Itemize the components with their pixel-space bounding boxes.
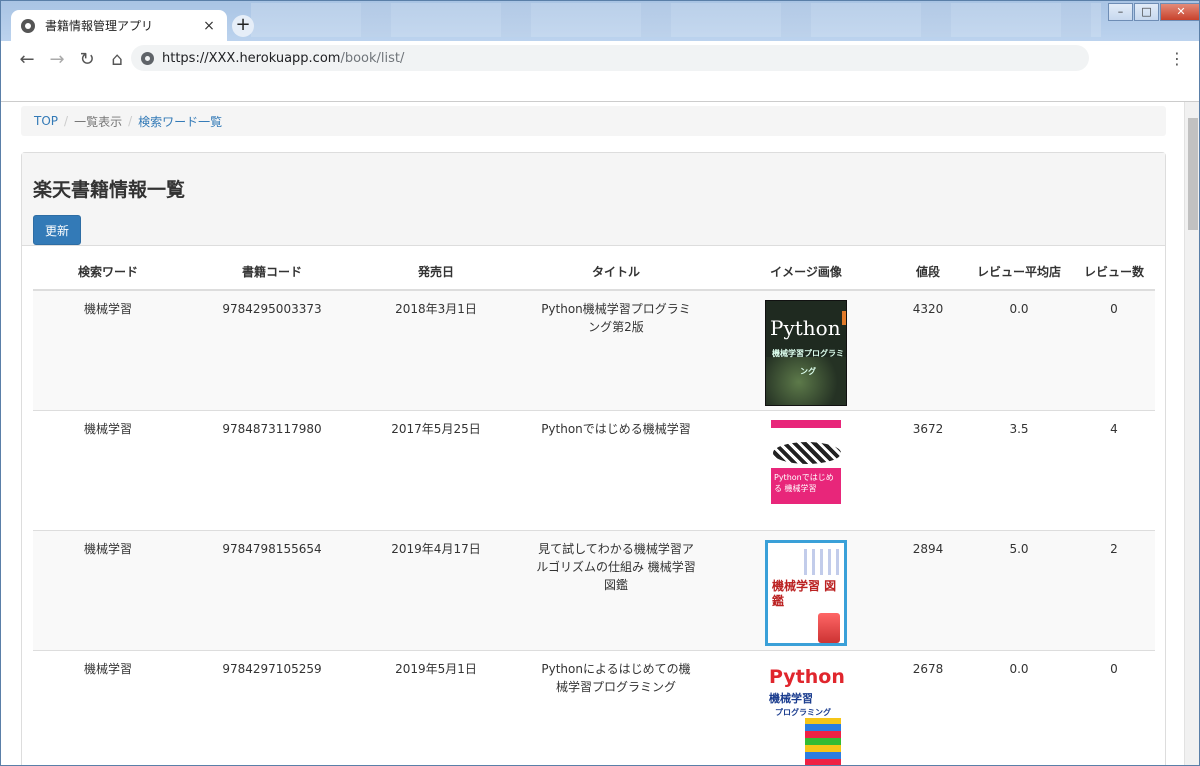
header-price[interactable]: 値段 — [891, 246, 965, 291]
book-cover-image[interactable]: 機械学習 図鑑 — [765, 539, 847, 646]
cell-title: Pythonによるはじめての機械学習プログラミング — [511, 650, 721, 765]
tab-title: 書籍情報管理アプリ — [45, 19, 154, 33]
table-row[interactable]: 機械学習 9784873117980 2017年5月25日 Pythonではじめ… — [33, 410, 1155, 531]
cover-main-text: 機械学習 図鑑 — [772, 578, 837, 608]
table-header-row: 検索ワード 書籍コード 発売日 タイトル イメージ画像 値段 レビュー平均店 レ… — [33, 246, 1155, 291]
cell-title: 見て試してわかる機械学習アルゴリズムの仕組み 機械学習図鑑 — [511, 530, 721, 651]
cover-sub-text: 機械学習プログラミング — [772, 349, 844, 376]
book-table: 検索ワード 書籍コード 発売日 タイトル イメージ画像 値段 レビュー平均店 レ… — [33, 246, 1155, 765]
cell-review-count: 4 — [1073, 410, 1155, 531]
book-cover-image[interactable]: Pythonではじめる 機械学習 — [765, 419, 847, 526]
cover-main-text: Python — [769, 665, 845, 688]
table-row[interactable]: 機械学習 9784295003373 2018年3月1日 Python機械学習プ… — [33, 290, 1155, 411]
cell-review-avg: 5.0 — [965, 530, 1073, 651]
cell-date: 2019年4月17日 — [361, 530, 511, 651]
vertical-scrollbar[interactable] — [1184, 102, 1199, 765]
cover-art — [773, 441, 841, 464]
cell-date: 2017年5月25日 — [361, 410, 511, 531]
breadcrumb: TOP / 一覧表示 / 検索ワード一覧 — [21, 106, 1166, 136]
cell-code: 9784295003373 — [183, 290, 361, 411]
header-keyword[interactable]: 検索ワード — [33, 246, 183, 291]
update-button[interactable]: 更新 — [33, 215, 81, 245]
forward-arrow-icon[interactable]: → — [43, 45, 71, 73]
globe-icon — [21, 18, 35, 33]
cell-title: Python機械学習プログラミング第2版 — [511, 290, 721, 411]
breadcrumb-current: 一覧表示 — [74, 114, 123, 129]
cover-figure — [818, 612, 840, 643]
breadcrumb-separator: / — [64, 114, 69, 128]
header-image[interactable]: イメージ画像 — [721, 246, 891, 291]
header-review-count[interactable]: レビュー数 — [1073, 246, 1155, 291]
browser-menu-icon[interactable]: ⋮ — [1169, 49, 1185, 68]
home-icon[interactable]: ⌂ — [103, 45, 131, 73]
url-text: https://XXX.herokuapp.com/book/list/ — [162, 51, 404, 66]
cell-image: 機械学習 図鑑 — [721, 530, 891, 651]
window-controls: – □ ✕ — [1107, 3, 1199, 23]
browser-window: 書籍情報管理アプリ × + – □ ✕ ← → ↻ ⌂ https://XXX.… — [0, 0, 1200, 766]
book-cover-image[interactable]: Python 機械学習プログラミング — [765, 300, 847, 406]
browser-tab[interactable]: 書籍情報管理アプリ × — [11, 10, 227, 41]
back-arrow-icon[interactable]: ← — [13, 45, 41, 73]
cell-keyword: 機械学習 — [33, 290, 183, 411]
tab-strip: 書籍情報管理アプリ × + – □ ✕ — [1, 1, 1199, 41]
cell-price: 3672 — [891, 410, 965, 531]
breadcrumb-top-link[interactable]: TOP — [34, 114, 58, 128]
reload-icon[interactable]: ↻ — [73, 45, 101, 73]
cell-code: 9784798155654 — [183, 530, 361, 651]
cell-keyword: 機械学習 — [33, 530, 183, 651]
close-window-button[interactable]: ✕ — [1160, 3, 1199, 21]
cell-date: 2018年3月1日 — [361, 290, 511, 411]
cell-review-avg: 3.5 — [965, 410, 1073, 531]
cover-accent — [842, 311, 846, 325]
cell-review-count: 0 — [1073, 290, 1155, 411]
url-host: https://XXX.herokuapp.com — [162, 50, 341, 66]
cover-accent — [771, 419, 841, 428]
book-list-panel: 楽天書籍情報一覧 更新 検索ワード 書籍コード 発売日 タイトル イメージ画像 … — [21, 152, 1166, 765]
cell-code: 9784873117980 — [183, 410, 361, 531]
cell-review-avg: 0.0 — [965, 650, 1073, 765]
cell-date: 2019年5月1日 — [361, 650, 511, 765]
cell-review-count: 0 — [1073, 650, 1155, 765]
browser-toolbar: ← → ↻ ⌂ https://XXX.herokuapp.com/book/l… — [1, 41, 1199, 77]
breadcrumb-keywords-link[interactable]: 検索ワード一覧 — [138, 113, 222, 130]
cell-review-count: 2 — [1073, 530, 1155, 651]
table-row[interactable]: 機械学習 9784798155654 2019年4月17日 見て試してわかる機械… — [33, 530, 1155, 651]
cover-art — [805, 717, 841, 765]
header-review-avg[interactable]: レビュー平均店 — [965, 246, 1073, 291]
cell-keyword: 機械学習 — [33, 650, 183, 765]
maximize-button[interactable]: □ — [1134, 3, 1159, 21]
cell-review-avg: 0.0 — [965, 290, 1073, 411]
scrollbar-thumb[interactable] — [1188, 118, 1198, 230]
cover-art — [804, 548, 844, 575]
cell-price: 2894 — [891, 530, 965, 651]
book-cover-image[interactable]: Python 機械学習 プログラミング — [765, 659, 847, 765]
cell-price: 4320 — [891, 290, 965, 411]
site-info-icon[interactable] — [141, 51, 154, 65]
address-bar[interactable]: https://XXX.herokuapp.com/book/list/ — [131, 45, 1089, 71]
cell-image: Python 機械学習プログラミング — [721, 290, 891, 411]
url-path: /book/list/ — [340, 50, 405, 66]
panel-header: 楽天書籍情報一覧 更新 — [22, 153, 1165, 246]
minimize-button[interactable]: – — [1108, 3, 1133, 21]
breadcrumb-separator: / — [128, 114, 133, 128]
new-tab-button[interactable]: + — [232, 15, 254, 37]
header-title[interactable]: タイトル — [511, 246, 721, 291]
cover-main-text: Python — [770, 316, 841, 340]
cell-price: 2678 — [891, 650, 965, 765]
cell-keyword: 機械学習 — [33, 410, 183, 531]
page-title: 楽天書籍情報一覧 — [33, 179, 186, 201]
page-viewport: TOP / 一覧表示 / 検索ワード一覧 楽天書籍情報一覧 更新 検索ワード 書… — [1, 101, 1199, 765]
header-code[interactable]: 書籍コード — [183, 246, 361, 291]
cell-code: 9784297105259 — [183, 650, 361, 765]
cell-title: Pythonではじめる機械学習 — [511, 410, 721, 531]
header-date[interactable]: 発売日 — [361, 246, 511, 291]
cover-main-text: Pythonではじめる 機械学習 — [771, 467, 841, 504]
tab-close-icon[interactable]: × — [201, 18, 217, 34]
cell-image: Pythonではじめる 機械学習 — [721, 410, 891, 531]
cell-image: Python 機械学習 プログラミング — [721, 650, 891, 765]
background-window-blur — [251, 3, 1101, 37]
table-row[interactable]: 機械学習 9784297105259 2019年5月1日 Pythonによるはじ… — [33, 650, 1155, 765]
